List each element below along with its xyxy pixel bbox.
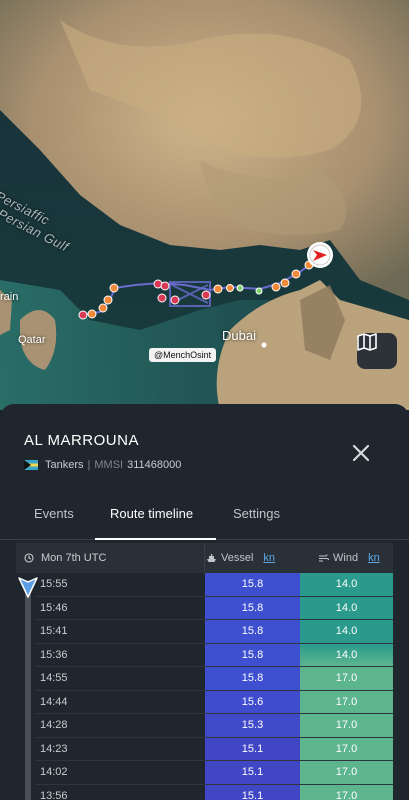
table-row[interactable]: 15:36 15.8 14.0: [36, 643, 393, 667]
row-vessel-speed: 15.8: [205, 620, 300, 643]
vessel-unit-toggle[interactable]: kn: [263, 552, 275, 564]
row-wind-speed: 14.0: [300, 573, 393, 596]
row-vessel-speed: 15.8: [205, 667, 300, 690]
row-time: 14:23: [40, 742, 68, 755]
table-row[interactable]: 14:02 15.1 17.0: [36, 761, 393, 785]
row-time: 15:36: [40, 648, 68, 661]
row-vessel-speed: 15.8: [205, 643, 300, 666]
row-vessel-speed: 15.1: [205, 761, 300, 784]
table-row[interactable]: 15:41 15.8 14.0: [36, 620, 393, 644]
row-time: 14:02: [40, 766, 68, 778]
map-icon: [357, 333, 377, 351]
row-wind-speed: 17.0: [300, 761, 393, 784]
meta-separator: |: [87, 459, 91, 471]
row-time: 14:55: [40, 672, 68, 684]
row-vessel-speed: 15.8: [205, 596, 300, 619]
vessel-meta: Tankers | MMSI 311468000: [24, 459, 181, 471]
map-view[interactable]: Persiaffic Persian Gulf rain Qatar Dubai …: [0, 0, 409, 410]
tab-settings[interactable]: Settings: [233, 506, 280, 521]
row-wind-speed: 17.0: [300, 714, 393, 737]
map-credit: @MenchOsint: [149, 348, 217, 362]
map-label-dubai: Dubai: [222, 328, 256, 343]
tab-events[interactable]: Events: [34, 506, 74, 521]
row-vessel-speed: 15.8: [205, 573, 300, 596]
row-vessel-speed: 15.1: [205, 737, 300, 760]
bahamas-flag-icon: [24, 460, 38, 470]
row-time: 15:46: [40, 601, 68, 614]
wind-icon: [319, 554, 329, 562]
row-vessel-speed: 15.1: [205, 784, 300, 800]
table-row[interactable]: 15:55 15.8 14.0: [36, 573, 393, 597]
table-row[interactable]: 15:46 15.8 14.0: [36, 596, 393, 620]
wind-speed-header: Wind kn: [318, 552, 380, 564]
table-row[interactable]: 14:44 15.6 17.0: [36, 690, 393, 714]
row-wind-speed: 17.0: [300, 667, 393, 690]
row-time: 15:41: [40, 625, 68, 637]
map-label-bahrain: rain: [0, 291, 19, 303]
row-vessel-speed: 15.3: [205, 714, 300, 737]
table-row[interactable]: 14:23 15.1 17.0: [36, 737, 393, 761]
row-time: 13:56: [40, 789, 68, 800]
row-vessel-speed: 15.6: [205, 690, 300, 713]
mmsi-value: 311468000: [127, 459, 182, 471]
vessel-position-icon[interactable]: [307, 242, 333, 268]
tab-bar: Events Route timeline Settings: [0, 500, 409, 540]
ship-icon: [207, 554, 216, 562]
table-row[interactable]: 14:28 15.3 17.0: [36, 714, 393, 738]
tab-route-timeline[interactable]: Route timeline: [110, 506, 193, 521]
timeline-header: Mon 7th UTC Vessel kn Wind kn: [16, 543, 393, 573]
header-divider: [204, 543, 205, 573]
wind-unit-toggle[interactable]: kn: [368, 552, 380, 564]
active-tab-indicator: [95, 538, 216, 540]
row-wind-speed: 14.0: [300, 596, 393, 619]
row-wind-speed: 17.0: [300, 784, 393, 800]
row-time: 15:55: [40, 578, 68, 590]
timeline-scrubber-track[interactable]: [25, 580, 31, 800]
vessel-sheet: AL MARROUNA Tankers | MMSI 311468000 Eve…: [0, 404, 409, 800]
table-row[interactable]: 13:56 15.1 17.0: [36, 784, 393, 800]
mmsi-label: MMSI: [94, 459, 124, 471]
vessel-speed-header: Vessel kn: [206, 552, 275, 564]
table-row[interactable]: 14:55 15.8 17.0: [36, 667, 393, 691]
row-wind-speed: 14.0: [300, 643, 393, 666]
row-wind-speed: 17.0: [300, 690, 393, 713]
map-label-qatar: Qatar: [18, 334, 46, 346]
vessel-name: AL MARROUNA: [24, 432, 139, 449]
row-wind-speed: 17.0: [300, 737, 393, 760]
row-wind-speed: 14.0: [300, 620, 393, 643]
timeline-rows: 15:55 15.8 14.0 15:46 15.8 14.0 15:41 15…: [36, 573, 393, 800]
vessel-type: Tankers: [45, 459, 84, 471]
map-layers-button[interactable]: [357, 333, 397, 369]
close-icon[interactable]: [350, 442, 372, 464]
row-time: 14:44: [40, 695, 68, 708]
clock-icon: [24, 553, 34, 563]
date-header: Mon 7th UTC: [24, 552, 106, 564]
row-time: 14:28: [40, 719, 68, 731]
